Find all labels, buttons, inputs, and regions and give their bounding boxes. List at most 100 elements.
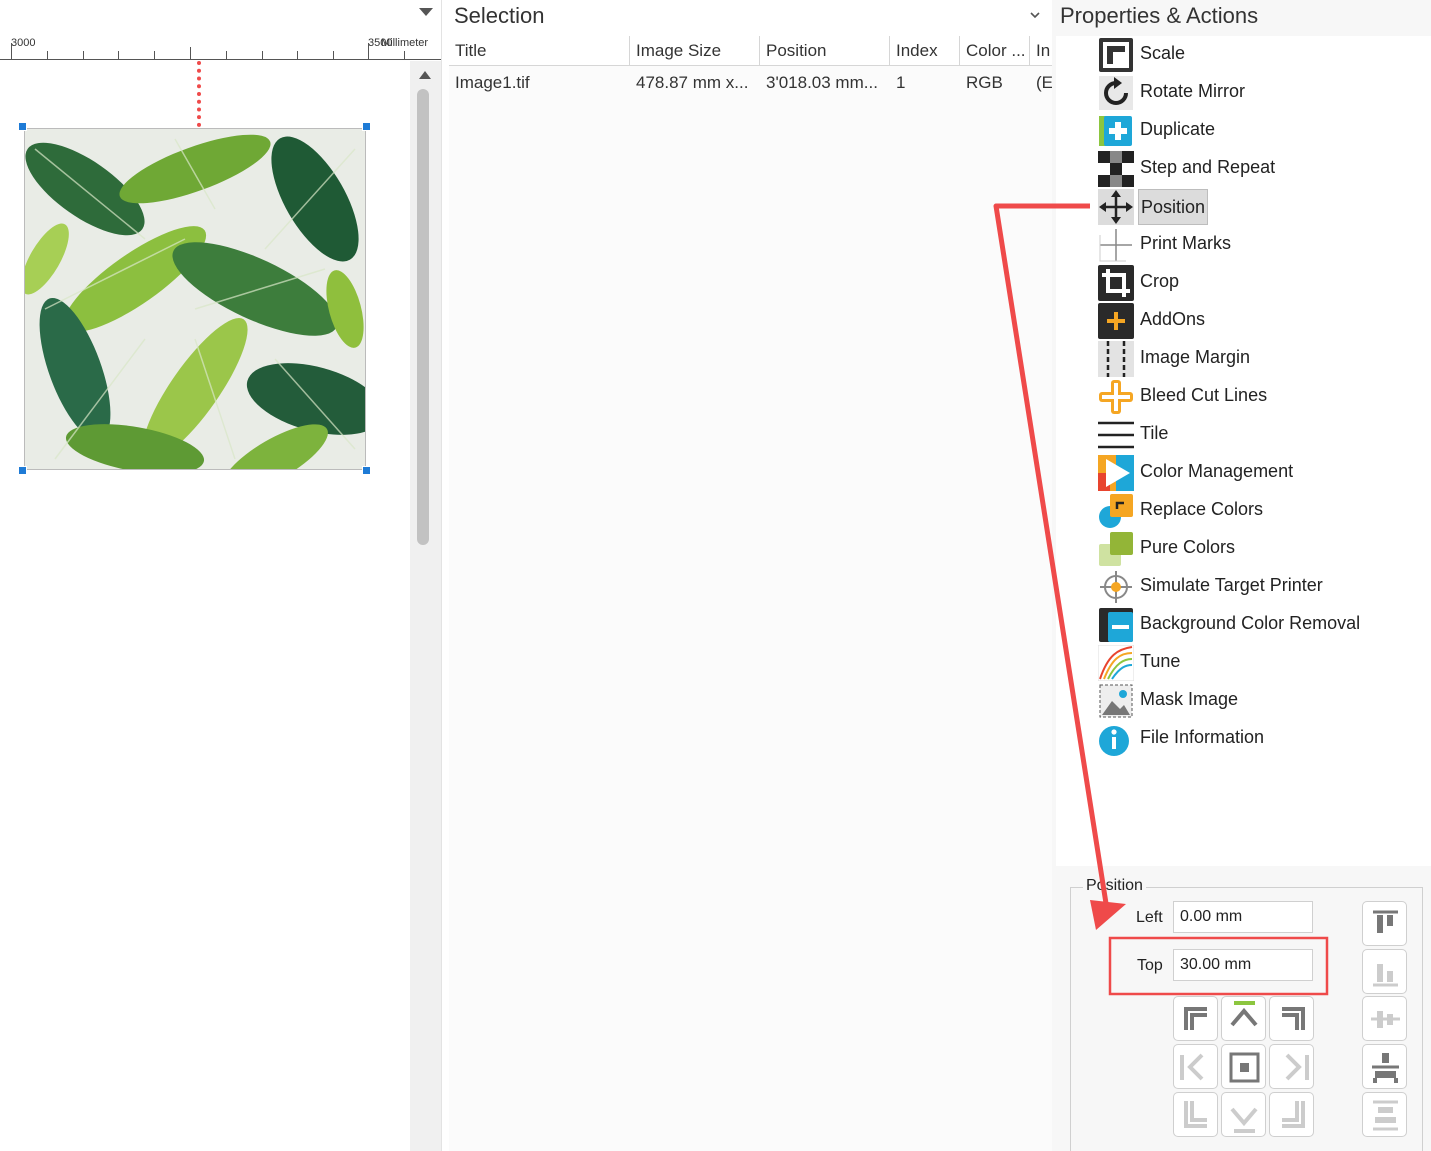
action-addons[interactable]: AddOns bbox=[1098, 302, 1418, 339]
resize-handle-tl[interactable] bbox=[18, 122, 27, 131]
ruler-tick bbox=[262, 51, 263, 59]
ruler-tick bbox=[226, 51, 227, 59]
anchor-top-center-button[interactable] bbox=[1221, 996, 1266, 1041]
resize-handle-bl[interactable] bbox=[18, 466, 27, 475]
align-bottom-button[interactable] bbox=[1362, 949, 1407, 994]
action-color-management[interactable]: Color Management bbox=[1098, 454, 1418, 491]
action-label: Scale bbox=[1140, 43, 1186, 63]
margin-icon bbox=[1098, 341, 1134, 377]
action-label: File Information bbox=[1140, 727, 1265, 747]
action-label: AddOns bbox=[1140, 309, 1206, 329]
action-scale[interactable]: Scale bbox=[1098, 36, 1418, 72]
preview-canvas[interactable] bbox=[0, 61, 410, 1151]
action-replace-colors[interactable]: Replace Colors bbox=[1098, 492, 1418, 528]
checker-icon bbox=[1098, 151, 1134, 187]
action-bleed-cut-lines[interactable]: Bleed Cut Lines bbox=[1098, 378, 1418, 414]
action-label: Position bbox=[1138, 189, 1209, 225]
move-arrows-icon bbox=[1098, 189, 1134, 225]
corner-top-right-icon bbox=[1282, 1007, 1305, 1030]
resize-handle-br[interactable] bbox=[362, 466, 371, 475]
duplicate-icon bbox=[1099, 116, 1132, 146]
image-thumbnail[interactable] bbox=[24, 128, 366, 470]
column-header-index[interactable]: Index bbox=[890, 36, 960, 66]
crop-icon bbox=[1098, 265, 1134, 301]
left-label: Left bbox=[1136, 909, 1163, 926]
action-label: Step and Repeat bbox=[1140, 157, 1276, 177]
action-step-and-repeat[interactable]: Step and Repeat bbox=[1098, 150, 1418, 187]
action-tune[interactable]: Tune bbox=[1098, 644, 1418, 681]
action-file-information[interactable]: File Information bbox=[1098, 720, 1418, 756]
action-background-color-removal[interactable]: Background Color Removal bbox=[1098, 606, 1418, 642]
scroll-thumb[interactable] bbox=[417, 89, 429, 545]
corner-bottom-right-icon bbox=[1282, 1101, 1305, 1128]
action-label: Mask Image bbox=[1140, 689, 1239, 709]
action-label: Crop bbox=[1140, 271, 1180, 291]
selection-table: Title Image Size Position Index Color ..… bbox=[449, 36, 1053, 1151]
action-crop[interactable]: Crop bbox=[1098, 264, 1418, 301]
leaf-pattern-image bbox=[25, 129, 365, 469]
action-duplicate[interactable]: Duplicate bbox=[1098, 112, 1418, 148]
anchor-middle-right-button[interactable] bbox=[1269, 1044, 1314, 1089]
edge-left-icon bbox=[1180, 1053, 1204, 1081]
anchor-top-right-button[interactable] bbox=[1269, 996, 1314, 1041]
action-tile[interactable]: Tile bbox=[1098, 416, 1418, 453]
align-center-icon bbox=[1371, 1011, 1400, 1028]
column-header-position[interactable]: Position bbox=[760, 36, 890, 66]
action-label: Replace Colors bbox=[1140, 499, 1264, 519]
tile-icon bbox=[1098, 417, 1134, 453]
anchor-top-left-button[interactable] bbox=[1173, 996, 1218, 1041]
ruler-tick bbox=[333, 51, 334, 59]
anchor-bottom-right-button[interactable] bbox=[1269, 1092, 1314, 1137]
action-rotate-mirror[interactable]: Rotate Mirror bbox=[1098, 74, 1418, 110]
anchor-middle-left-button[interactable] bbox=[1173, 1044, 1218, 1089]
action-label: Tune bbox=[1140, 651, 1181, 671]
action-pure-colors[interactable]: Pure Colors bbox=[1098, 530, 1418, 566]
action-mask-image[interactable]: Mask Image bbox=[1098, 682, 1418, 718]
selection-pane: Selection Title Image Size Position Inde… bbox=[441, 0, 1053, 1151]
preview-pane: 3000 3500 Millimeter bbox=[0, 0, 441, 1151]
column-header-in[interactable]: In bbox=[1030, 36, 1053, 66]
anchor-bottom-left-button[interactable] bbox=[1173, 1092, 1218, 1137]
anchor-bottom-center-button[interactable] bbox=[1221, 1092, 1266, 1137]
resize-handle-tr[interactable] bbox=[362, 122, 371, 131]
rotate-icon bbox=[1099, 76, 1133, 110]
column-header-title[interactable]: Title bbox=[449, 36, 630, 66]
properties-title: Properties & Actions bbox=[1060, 3, 1259, 28]
cell-image-size: 478.87 mm x... bbox=[636, 73, 749, 92]
selection-title: Selection bbox=[454, 3, 545, 28]
vertical-scrollbar[interactable] bbox=[410, 61, 441, 1151]
cell-in: (E bbox=[1036, 73, 1053, 92]
distribute-button[interactable] bbox=[1362, 1092, 1407, 1137]
center-icon bbox=[1229, 1052, 1260, 1083]
action-simulate-target-printer[interactable]: Simulate Target Printer bbox=[1098, 568, 1418, 604]
left-input[interactable] bbox=[1173, 901, 1313, 933]
bg-removal-icon bbox=[1099, 608, 1133, 642]
chevron-down-icon[interactable] bbox=[1029, 9, 1041, 21]
column-header-image-size[interactable]: Image Size bbox=[630, 36, 760, 66]
align-top-button[interactable] bbox=[1362, 901, 1407, 946]
align-top-icon bbox=[1373, 910, 1398, 933]
action-print-marks[interactable]: Print Marks bbox=[1098, 226, 1418, 262]
action-image-margin[interactable]: Image Margin bbox=[1098, 340, 1418, 377]
action-label: Bleed Cut Lines bbox=[1140, 385, 1268, 405]
ruler-tick bbox=[47, 51, 48, 59]
bleed-cross-icon bbox=[1099, 380, 1133, 414]
cell-index: 1 bbox=[896, 73, 906, 92]
scroll-up-arrow-icon[interactable] bbox=[419, 71, 431, 79]
align-center-vertical-button[interactable] bbox=[1362, 996, 1407, 1041]
action-label: Rotate Mirror bbox=[1140, 81, 1246, 101]
column-header-color[interactable]: Color ... bbox=[960, 36, 1030, 66]
align-horizontal-icon bbox=[1372, 1053, 1399, 1083]
mask-image-icon bbox=[1099, 684, 1133, 718]
ruler-tick bbox=[83, 51, 84, 59]
collapse-arrow-icon[interactable] bbox=[419, 7, 433, 17]
action-label: Color Management bbox=[1140, 461, 1294, 481]
properties-pane: Properties & Actions Scale Rotate Mirror… bbox=[1052, 0, 1431, 1151]
align-horizontal-button[interactable] bbox=[1362, 1044, 1407, 1089]
anchor-center-button[interactable] bbox=[1221, 1044, 1266, 1089]
position-group-title: Position bbox=[1083, 877, 1146, 895]
top-input[interactable] bbox=[1173, 949, 1313, 981]
action-position[interactable]: Position bbox=[1098, 188, 1418, 225]
distribute-icon bbox=[1373, 1100, 1398, 1131]
position-group: Position Left Top bbox=[1070, 877, 1423, 1151]
